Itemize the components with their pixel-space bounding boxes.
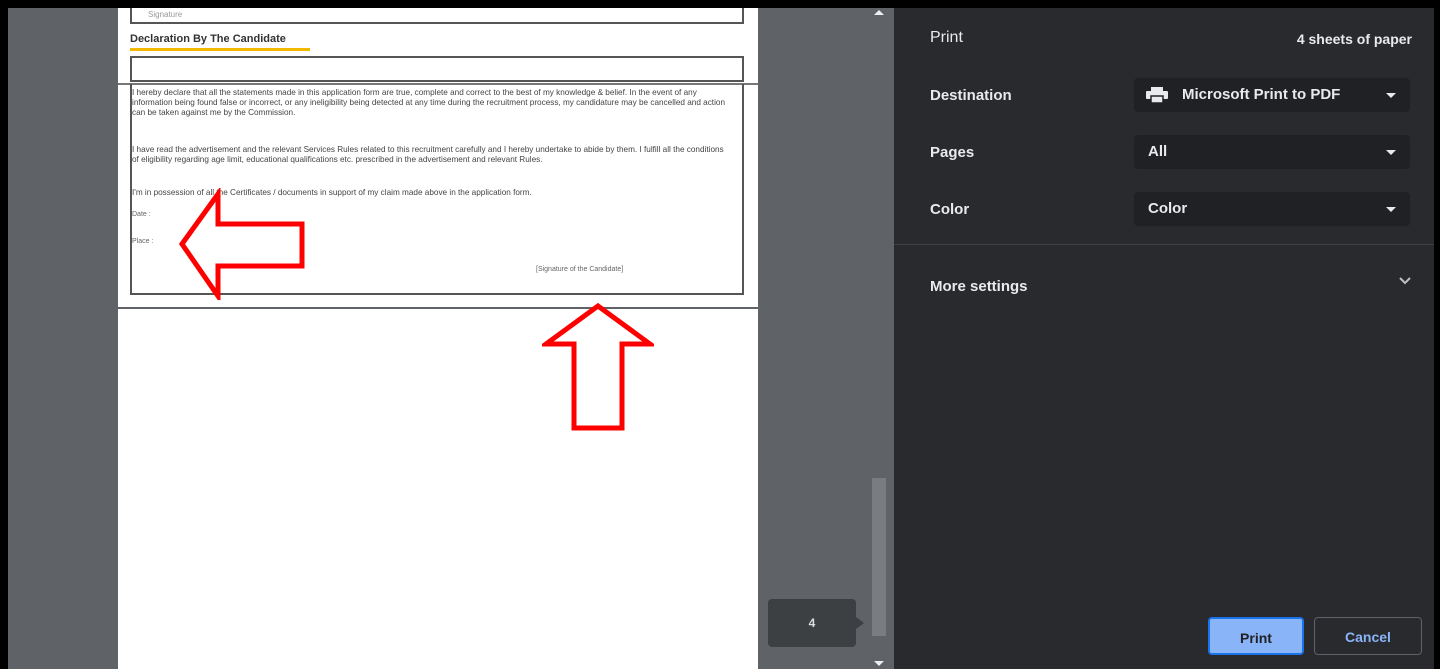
place-label: Place : (132, 238, 154, 245)
chevron-down-icon[interactable] (1398, 276, 1412, 286)
declaration-title: Declaration By The Candidate (130, 33, 286, 45)
more-settings-toggle[interactable]: More settings (930, 278, 1028, 295)
arrow-left-annotation (178, 188, 305, 300)
color-value: Color (1148, 200, 1188, 217)
cancel-button[interactable]: Cancel (1314, 617, 1422, 655)
date-label: Date : (132, 211, 151, 218)
sheets-count: 4 sheets of paper (1296, 31, 1412, 47)
signature-label: Signature (148, 10, 183, 19)
pages-label: Pages (930, 144, 975, 161)
scroll-up-icon[interactable] (874, 10, 884, 15)
settings-divider (894, 244, 1434, 245)
printer-icon (1146, 87, 1168, 103)
print-button[interactable]: Print (1208, 617, 1304, 655)
print-dialog: Signature Declaration By The Candidate I… (8, 8, 1434, 669)
arrow-up-annotation (542, 302, 654, 431)
destination-label: Destination (930, 87, 1012, 104)
declaration-paragraph-1: I hereby declare that all the statements… (132, 88, 726, 117)
print-settings-panel: Print 4 sheets of paper Destination Micr… (894, 8, 1434, 669)
panel-title: Print (930, 29, 963, 46)
destination-select[interactable]: Microsoft Print to PDF (1134, 78, 1410, 112)
color-select[interactable]: Color (1134, 192, 1410, 226)
chevron-down-icon (1386, 93, 1396, 98)
declaration-paragraph-2: I have read the advertisement and the re… (132, 145, 724, 164)
chevron-down-icon (1386, 207, 1396, 212)
chevron-down-icon (1386, 150, 1396, 155)
pages-select[interactable]: All (1134, 135, 1410, 169)
preview-page-blank (118, 309, 758, 669)
pages-value: All (1148, 143, 1168, 160)
preview-scrollbar-thumb[interactable] (872, 478, 886, 636)
page-indicator: 4 (768, 599, 864, 647)
declaration-underline (130, 48, 310, 51)
print-preview-area[interactable]: Signature Declaration By The Candidate I… (8, 8, 894, 669)
signature-box: Signature (130, 8, 744, 24)
scroll-down-icon[interactable] (874, 661, 884, 666)
color-label: Color (930, 201, 970, 218)
destination-value: Microsoft Print to PDF (1182, 86, 1341, 103)
candidate-signature-label: [Signature of the Candidate] (536, 266, 624, 273)
declaration-header-box (130, 56, 744, 82)
